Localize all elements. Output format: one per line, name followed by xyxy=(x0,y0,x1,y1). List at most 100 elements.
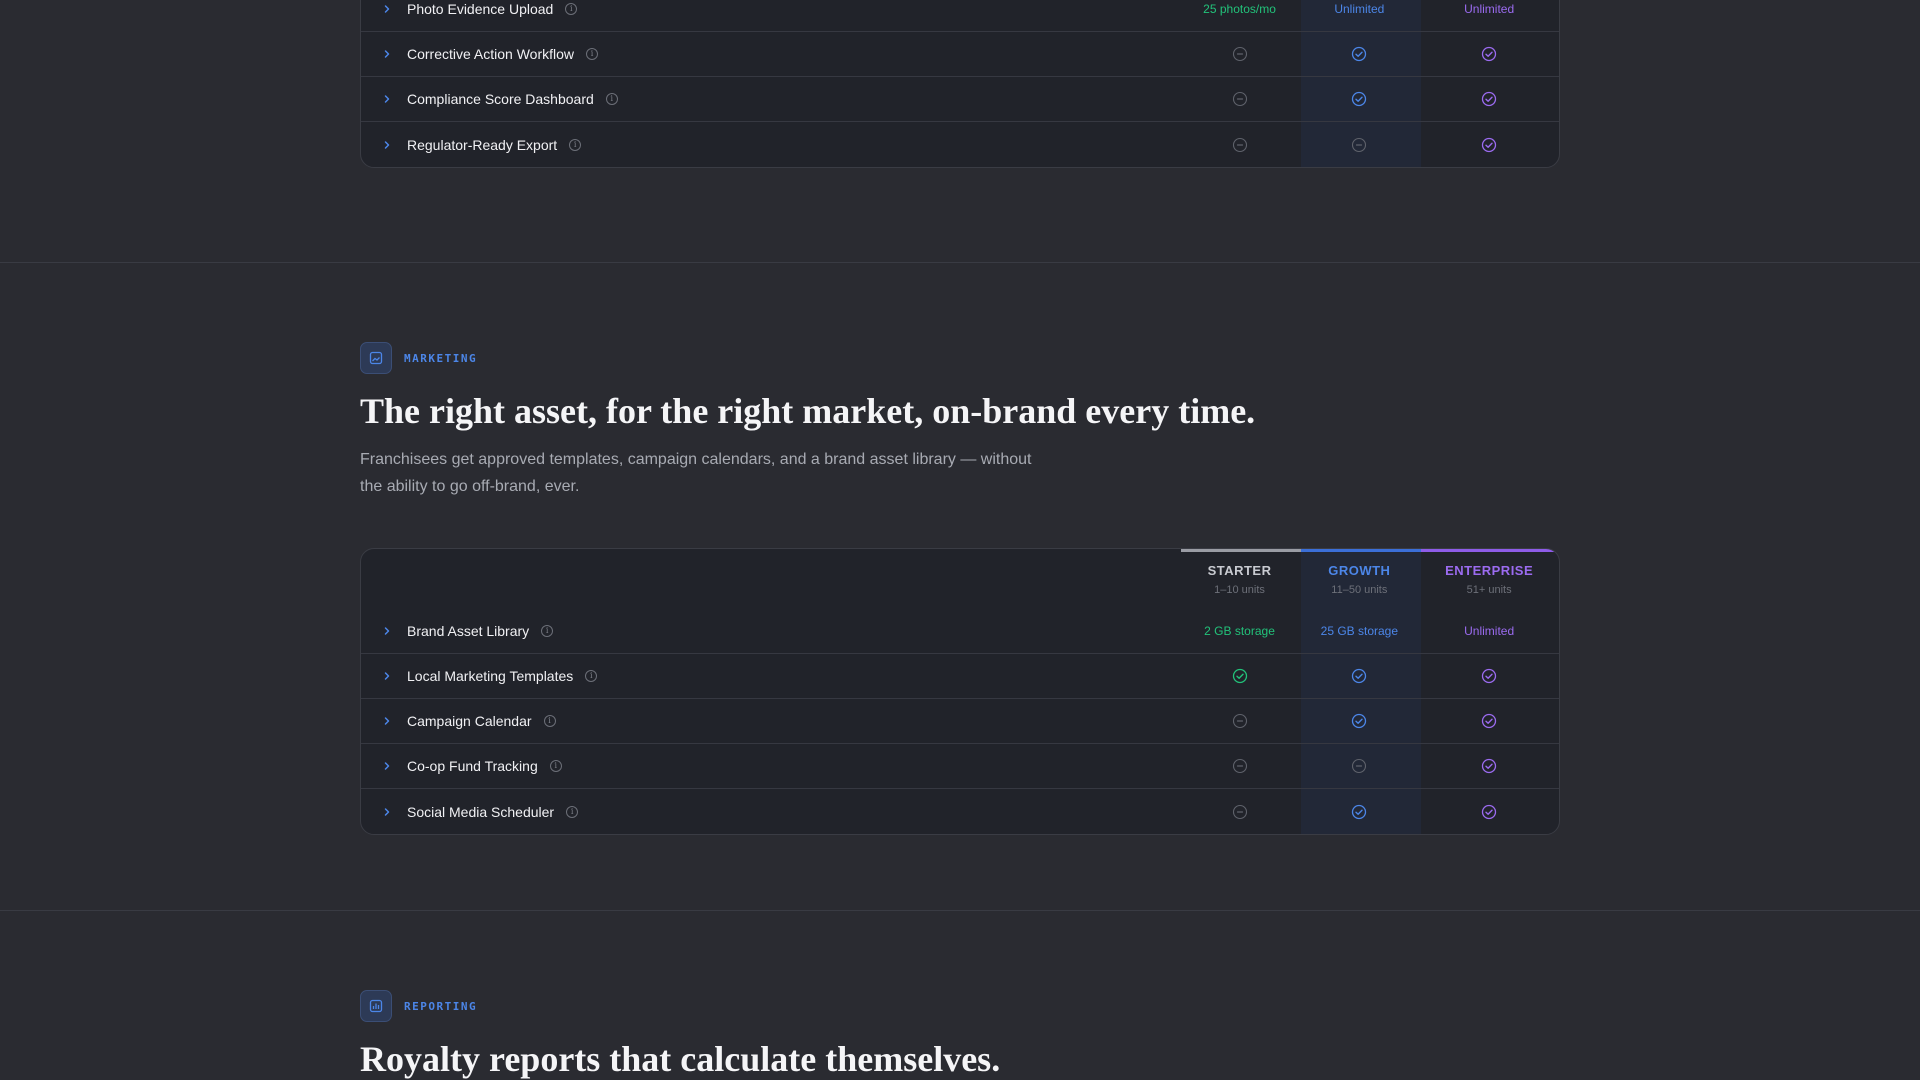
section-divider xyxy=(0,910,1920,911)
info-icon[interactable]: i xyxy=(543,715,556,727)
chevron-right-icon[interactable] xyxy=(379,623,395,639)
plan-value: 2 GB storage xyxy=(1204,624,1275,638)
feature-cell: Local Marketing Templates i xyxy=(361,668,1180,684)
image-icon xyxy=(360,342,392,374)
check-icon xyxy=(1481,668,1497,684)
feature-cell: Brand Asset Library i xyxy=(361,623,1180,639)
dash-icon xyxy=(1232,713,1248,729)
plan-name: ENTERPRISE xyxy=(1445,562,1534,578)
info-icon[interactable]: i xyxy=(549,760,562,772)
feature-cell: Campaign Calendar i xyxy=(361,713,1180,729)
chevron-right-icon[interactable] xyxy=(379,668,395,684)
plan-header-starter: STARTER 1–10 units xyxy=(1180,549,1300,609)
check-icon xyxy=(1351,804,1367,820)
enterprise-cell: Unlimited xyxy=(1419,624,1559,638)
table-row[interactable]: Compliance Score Dashboard i xyxy=(361,77,1559,122)
check-icon xyxy=(1351,668,1367,684)
feature-label: Regulator-Ready Export xyxy=(407,136,558,153)
compliance-section: Photo Evidence Upload i 25 photos/mo Unlimi… xyxy=(360,0,1560,182)
table-row[interactable]: Corrective Action Workflow i xyxy=(361,32,1559,77)
plan-value: Unlimited xyxy=(1464,624,1515,638)
enterprise-cell xyxy=(1419,668,1559,684)
plan-units: 51+ units xyxy=(1466,583,1512,596)
info-icon[interactable]: i xyxy=(541,625,554,637)
enterprise-accent-bar xyxy=(1421,549,1559,552)
chevron-right-icon[interactable] xyxy=(379,46,395,62)
feature-cell: Photo Evidence Upload i xyxy=(361,1,1180,17)
section-badge: MARKETING xyxy=(360,342,1560,374)
growth-cell xyxy=(1299,804,1419,820)
check-icon xyxy=(1481,91,1497,107)
section-label: MARKETING xyxy=(404,351,478,365)
table-row[interactable]: Social Media Scheduler i xyxy=(361,789,1559,834)
check-icon xyxy=(1232,668,1248,684)
starter-cell xyxy=(1180,668,1300,684)
feature-cell: Compliance Score Dashboard i xyxy=(361,91,1180,107)
info-icon[interactable]: i xyxy=(605,93,618,105)
info-icon[interactable]: i xyxy=(569,138,582,151)
section-label: REPORTING xyxy=(404,999,478,1013)
plan-units: 1–10 units xyxy=(1214,583,1265,596)
reporting-section: REPORTING Royalty reports that calculate… xyxy=(360,990,1560,1080)
starter-cell xyxy=(1180,46,1300,62)
check-icon xyxy=(1351,713,1367,729)
plan-name: GROWTH xyxy=(1328,562,1391,578)
info-icon[interactable]: i xyxy=(565,3,578,15)
chevron-right-icon[interactable] xyxy=(379,758,395,774)
pricing-comparison-page: Photo Evidence Upload i 25 photos/mo Unlimi… xyxy=(0,0,1920,1080)
plan-value: 25 photos/mo xyxy=(1203,2,1276,16)
section-heading: The right asset, for the right market, o… xyxy=(360,391,1256,431)
feature-cell: Corrective Action Workflow i xyxy=(361,46,1180,62)
check-icon xyxy=(1481,758,1497,774)
table-row[interactable]: Local Marketing Templates i xyxy=(361,654,1559,699)
plan-header-row: STARTER 1–10 units GROWTH 11–50 units EN… xyxy=(361,549,1559,609)
check-icon xyxy=(1481,713,1497,729)
feature-label: Compliance Score Dashboard xyxy=(407,91,594,107)
chevron-right-icon[interactable] xyxy=(379,804,395,820)
info-icon[interactable]: i xyxy=(586,48,599,60)
feature-cell: Regulator-Ready Export i xyxy=(361,137,1180,153)
bar-chart-icon xyxy=(360,990,392,1022)
check-icon xyxy=(1481,46,1497,62)
plan-header-growth: GROWTH 11–50 units xyxy=(1299,549,1419,609)
chevron-right-icon[interactable] xyxy=(379,713,395,729)
dash-icon xyxy=(1232,804,1248,820)
feature-label: Social Media Scheduler xyxy=(407,803,555,820)
plan-header-enterprise: ENTERPRISE 51+ units xyxy=(1419,549,1559,609)
check-icon xyxy=(1351,46,1367,62)
growth-cell: Unlimited xyxy=(1299,2,1419,16)
feature-cell: Co-op Fund Tracking i xyxy=(361,758,1180,774)
feature-label: Photo Evidence Upload xyxy=(407,1,554,17)
dash-icon xyxy=(1351,137,1367,153)
growth-cell xyxy=(1299,668,1419,684)
plan-value: 25 GB storage xyxy=(1320,624,1399,638)
chevron-right-icon[interactable] xyxy=(379,137,395,153)
dash-icon xyxy=(1232,91,1248,107)
table-row[interactable]: Brand Asset Library i 2 GB storage 25 GB st… xyxy=(361,609,1559,654)
feature-label: Local Marketing Templates xyxy=(407,668,574,684)
info-icon[interactable]: i xyxy=(585,670,598,682)
growth-cell xyxy=(1299,46,1419,62)
section-divider xyxy=(0,262,1920,263)
starter-cell xyxy=(1180,91,1300,107)
table-row[interactable]: Campaign Calendar i xyxy=(361,699,1559,744)
enterprise-cell: Unlimited xyxy=(1419,2,1559,16)
enterprise-cell xyxy=(1419,758,1559,774)
marketing-table: STARTER 1–10 units GROWTH 11–50 units EN… xyxy=(360,548,1560,835)
chevron-right-icon[interactable] xyxy=(379,1,395,17)
plan-name: STARTER xyxy=(1207,562,1272,578)
enterprise-cell xyxy=(1419,46,1559,62)
table-row[interactable]: Regulator-Ready Export i xyxy=(361,122,1559,167)
chevron-right-icon[interactable] xyxy=(379,91,395,107)
starter-cell xyxy=(1180,804,1300,820)
plan-value: Unlimited xyxy=(1464,2,1515,16)
dash-icon xyxy=(1351,758,1367,774)
feature-label: Co-op Fund Tracking xyxy=(407,758,538,774)
table-row[interactable]: Co-op Fund Tracking i xyxy=(361,744,1559,789)
section-badge: REPORTING xyxy=(360,990,1560,1022)
growth-cell: 25 GB storage xyxy=(1299,624,1419,638)
info-icon[interactable]: i xyxy=(566,805,579,818)
starter-accent-bar xyxy=(1181,549,1301,552)
dash-icon xyxy=(1232,137,1248,153)
table-row[interactable]: Photo Evidence Upload i 25 photos/mo Unlimi… xyxy=(361,0,1559,32)
